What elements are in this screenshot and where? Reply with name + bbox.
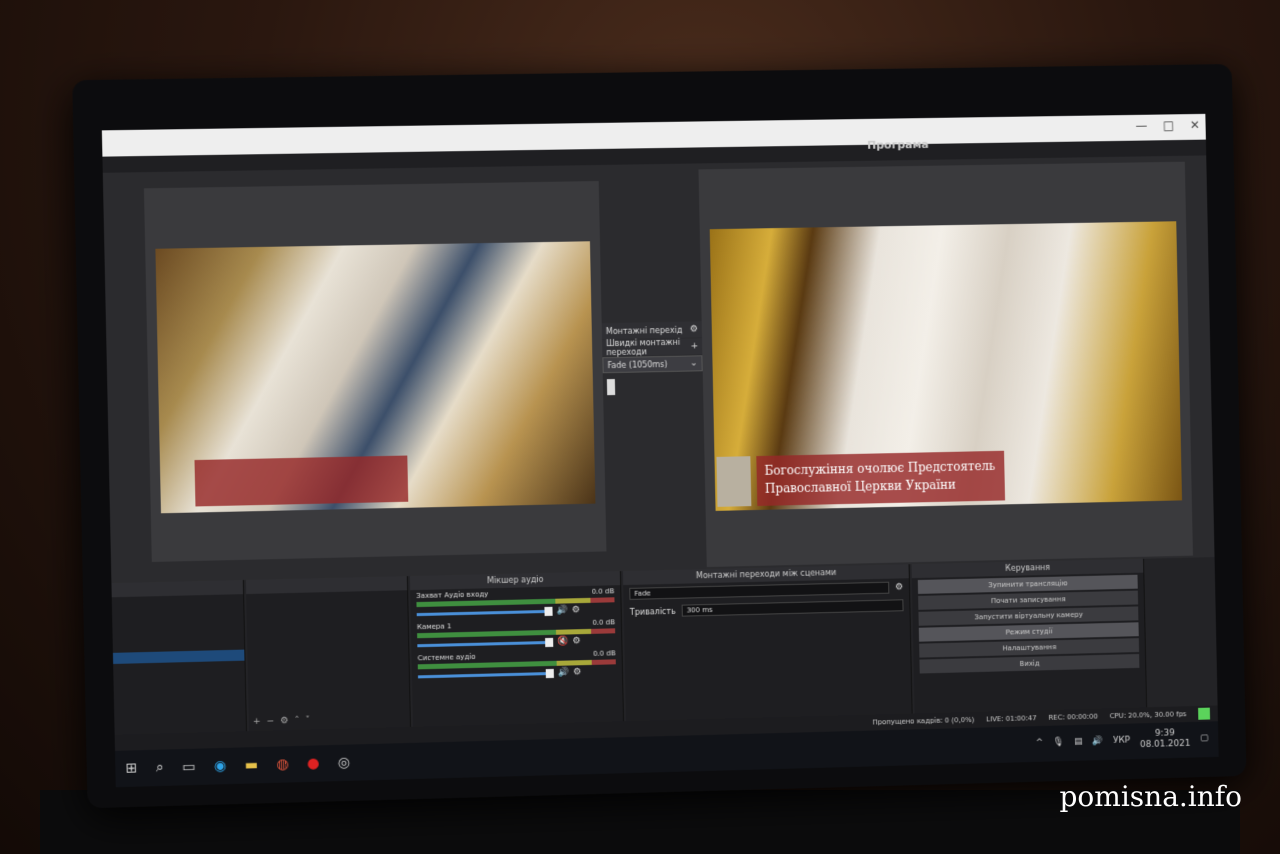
opera-icon[interactable]: ● <box>307 755 320 771</box>
language-indicator[interactable]: УКР <box>1113 735 1130 745</box>
clock[interactable]: 9:39 08.01.2021 <box>1140 728 1191 751</box>
scene-transitions-dock: Монтажні переходи між сценами Fade ⚙ Три… <box>623 564 913 721</box>
live-time: LIVE: 01:00:47 <box>986 714 1037 723</box>
channel-name: Захват Аудіо входу <box>416 590 488 600</box>
task-view-icon[interactable]: ▭ <box>182 759 196 776</box>
transition-select-value: Fade (1050ms) <box>607 359 667 369</box>
volume-slider[interactable] <box>418 671 554 677</box>
transition-row: Монтажні перехід ⚙ <box>602 321 702 339</box>
quick-transitions-row: Швидкі монтажні переходи + <box>602 338 702 356</box>
channel-name: Системне аудіо <box>418 653 476 662</box>
audio-mixer-dock: Мікшер аудіо Захват Аудіо входу 0.0 dB 🔊 ⚙ К… <box>410 571 624 727</box>
sources-toolbar: + − ⚙ ˄ ˅ <box>253 715 310 727</box>
transition-title: Монтажні перехід <box>606 325 683 335</box>
search-icon[interactable]: ⌕ <box>156 760 164 776</box>
gear-icon[interactable]: ⚙ <box>280 716 288 726</box>
watermark: pomisna.info <box>1060 780 1243 813</box>
cpu-usage: CPU: 20.0%, 30.00 fps <box>1110 710 1187 720</box>
edge-browser-icon[interactable]: ◉ <box>214 758 227 774</box>
scene-list-item[interactable] <box>114 683 246 697</box>
dropped-frames: Пропущено кадрів: 0 (0,0%) <box>872 716 974 727</box>
channel-db: 0.0 dB <box>592 618 615 627</box>
icon-image <box>716 456 751 507</box>
screen: — □ ✕ Програма Богослужіння очолює Предс… <box>102 114 1219 787</box>
mixer-channel: Системне аудіо 0.0 dB 🔊 ⚙ <box>411 647 622 683</box>
windows-start-icon[interactable]: ⊞ <box>125 760 137 776</box>
speaker-icon[interactable]: 🔊 <box>1092 736 1103 746</box>
t-bar-slider[interactable] <box>607 379 615 395</box>
microphone-icon[interactable]: 🎙 <box>1053 737 1064 747</box>
gear-icon[interactable]: ⚙ <box>895 582 903 592</box>
bottom-dock: + − ⚙ ˄ ˅ Мікшер аудіо Захват Аудіо вход… <box>111 557 1217 735</box>
controls-dock: Керування Зупинити трансляцію Почати запи… <box>912 559 1148 714</box>
arrow-up-icon[interactable]: ˄ <box>295 716 300 726</box>
close-button[interactable]: ✕ <box>1190 118 1200 132</box>
duration-input[interactable]: 300 ms <box>681 599 903 616</box>
quick-transitions: Монтажні перехід ⚙ Швидкі монтажні перех… <box>602 321 703 395</box>
control-button[interactable]: Вихід <box>919 654 1139 674</box>
preview-video <box>155 241 595 513</box>
obs-icon[interactable]: ◎ <box>337 755 350 771</box>
gear-icon[interactable]: ⚙ <box>572 605 580 615</box>
channel-db: 0.0 dB <box>593 649 616 658</box>
notifications-icon[interactable]: ▢ <box>1200 733 1209 743</box>
chrome-icon[interactable]: ◍ <box>276 756 289 772</box>
sources-dock: + − ⚙ ˄ ˅ <box>246 576 411 731</box>
speaker-icon[interactable]: 🔊 <box>558 668 569 678</box>
program-pane: Програма Богослужіння очолює Предстоятел… <box>698 162 1193 567</box>
minimize-button[interactable]: — <box>1135 119 1147 133</box>
arrow-down-icon[interactable]: ˅ <box>305 715 310 725</box>
program-label: Програма <box>867 138 929 152</box>
remove-icon[interactable]: − <box>267 716 275 726</box>
system-tray: ^ 🎙 ▤ 🔊 УКР 9:39 08.01.2021 ▢ <box>1035 727 1208 753</box>
chevron-up-icon[interactable]: ^ <box>1036 738 1044 748</box>
quick-transitions-label: Швидкі монтажні переходи <box>606 338 691 358</box>
chevron-down-icon: ⌄ <box>690 358 698 368</box>
program-video: Богослужіння очолює Предстоятель Правосл… <box>710 221 1182 511</box>
preview-pane <box>144 181 607 562</box>
maximize-button[interactable]: □ <box>1163 118 1174 132</box>
network-icon[interactable]: ▤ <box>1074 737 1083 747</box>
transition-select[interactable]: Fade (1050ms) ⌄ <box>602 355 702 373</box>
gear-icon[interactable]: ⚙ <box>572 636 580 646</box>
mixer-channel: Захват Аудіо входу 0.0 dB 🔊 ⚙ <box>410 585 621 621</box>
gear-icon[interactable]: ⚙ <box>690 324 698 334</box>
channel-db: 0.0 dB <box>592 587 615 596</box>
preview-caption <box>194 456 408 507</box>
speaker-icon[interactable]: 🔊 <box>556 605 567 615</box>
status-indicator <box>1198 708 1210 720</box>
add-icon[interactable]: + <box>253 717 261 727</box>
muted-speaker-icon[interactable]: 🔇 <box>557 636 568 646</box>
clock-date: 08.01.2021 <box>1140 739 1191 751</box>
plus-icon[interactable]: + <box>691 341 699 351</box>
rec-time: REC: 00:00:00 <box>1048 713 1098 722</box>
volume-slider[interactable] <box>417 640 553 646</box>
duration-label: Тривалість <box>630 606 676 616</box>
gear-icon[interactable]: ⚙ <box>573 667 581 677</box>
caption-line-2: Православної Церкви України <box>765 475 997 498</box>
volume-slider[interactable] <box>417 609 553 615</box>
program-caption: Богослужіння очолює Предстоятель Правосл… <box>756 451 1005 506</box>
file-explorer-icon[interactable]: ▬ <box>245 757 259 773</box>
channel-name: Камера 1 <box>417 622 452 631</box>
scenes-dock <box>111 580 247 735</box>
laptop-bezel: — □ ✕ Програма Богослужіння очолює Предс… <box>72 64 1246 808</box>
